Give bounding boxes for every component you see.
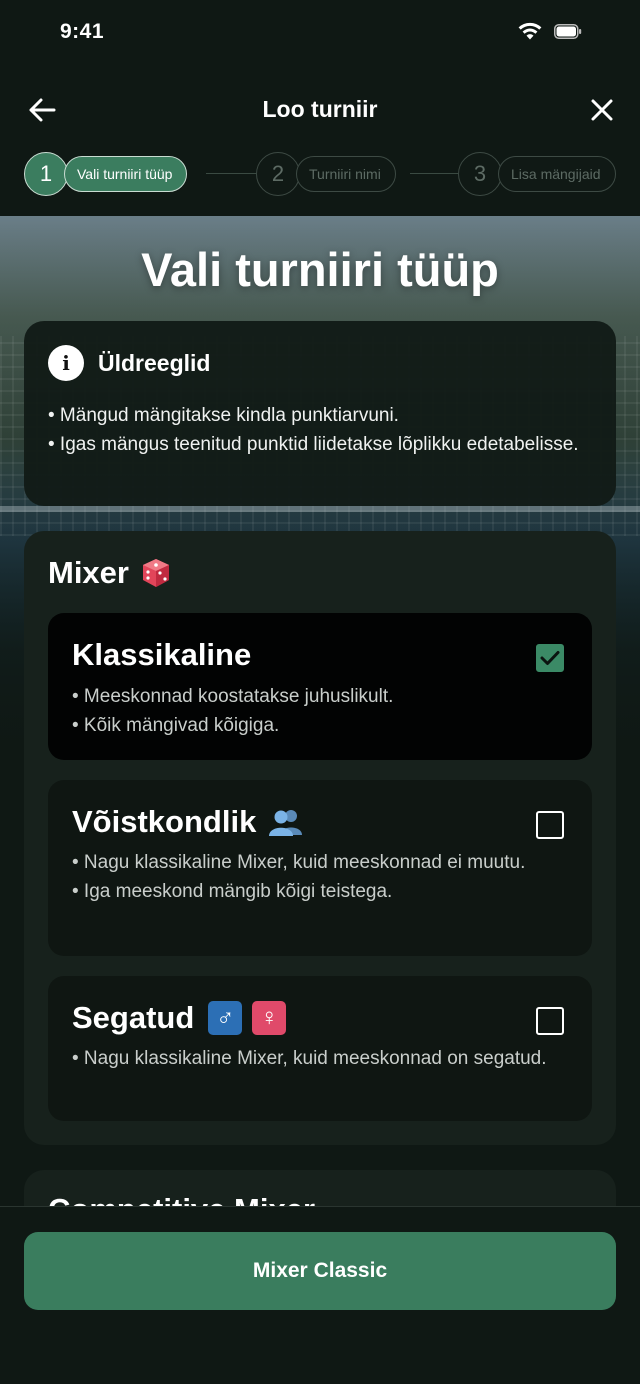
- option-title: Segatud ♂ ♀: [72, 1000, 287, 1036]
- close-icon: [591, 99, 613, 121]
- step-number: 1: [24, 152, 68, 196]
- dice-icon: [142, 559, 169, 587]
- step-3[interactable]: 3 Lisa mängijaid: [458, 152, 616, 196]
- rules-header: i Üldreeglid: [48, 345, 592, 381]
- option-description: • Meeskonnad koostatakse juhuslikult. • …: [72, 682, 562, 740]
- option-title: Klassikaline: [72, 637, 251, 673]
- rules-title: Üldreeglid: [98, 349, 211, 376]
- rules-item: • Mängud mängitakse kindla punktiarvuni.: [48, 405, 399, 426]
- header: Loo turniir: [0, 80, 640, 138]
- step-1[interactable]: 1 Vali turniiri tüüp: [24, 152, 188, 196]
- option-description: • Nagu klassikaline Mixer, kuid meeskonn…: [72, 848, 562, 906]
- rules-card: i Üldreeglid • Mängud mängitakse kindla …: [24, 321, 616, 506]
- option-checkbox[interactable]: [536, 1007, 564, 1035]
- status-bar: 9:41: [0, 0, 640, 66]
- stepper: 1 Vali turniiri tüüp 2 Turniiri nimi 3 L…: [0, 150, 640, 198]
- option-desc-item: • Iga meeskond mängib kõigi teistega.: [72, 881, 393, 902]
- option-checkbox[interactable]: [536, 811, 564, 839]
- option-title: Võistkondlik: [72, 804, 304, 840]
- step-label: Turniiri nimi: [296, 156, 396, 192]
- step-connector: [206, 173, 258, 174]
- step-2[interactable]: 2 Turniiri nimi: [256, 152, 396, 196]
- option-segatud[interactable]: Segatud ♂ ♀ • Nagu klassikaline Mixer, k…: [48, 976, 592, 1121]
- step-label: Vali turniiri tüüp: [64, 156, 188, 192]
- male-sign-icon: ♂: [208, 1001, 243, 1035]
- female-sign-icon: ♀: [252, 1001, 287, 1035]
- step-label: Lisa mängijaid: [498, 156, 616, 192]
- close-button[interactable]: [582, 90, 622, 130]
- section-title: Mixer: [48, 555, 171, 591]
- checkmark-icon: [540, 651, 560, 665]
- option-desc-item: • Meeskonnad koostatakse juhuslikult.: [72, 686, 394, 707]
- section-title-text: Mixer: [48, 555, 129, 590]
- wifi-icon: [518, 22, 542, 40]
- option-desc-item: • Nagu klassikaline Mixer, kuid meeskonn…: [72, 1048, 547, 1069]
- option-voistkondlik[interactable]: Võistkondlik • Nagu klassikaline Mixer, …: [48, 780, 592, 956]
- step-number: 3: [458, 152, 502, 196]
- rules-list: • Mängud mängitakse kindla punktiarvuni.…: [48, 401, 592, 459]
- option-desc-item: • Kõik mängivad kõigiga.: [72, 715, 280, 736]
- option-title-text: Segatud: [72, 1000, 195, 1035]
- continue-button[interactable]: Mixer Classic: [24, 1232, 616, 1310]
- header-title: Loo turniir: [262, 96, 378, 122]
- team-icon: [269, 810, 303, 836]
- option-desc-item: • Nagu klassikaline Mixer, kuid meeskonn…: [72, 852, 526, 873]
- rules-item: • Igas mängus teenitud punktid liidetaks…: [48, 434, 579, 455]
- info-icon: i: [48, 345, 84, 381]
- option-checkbox[interactable]: [536, 644, 564, 672]
- mixer-section: Mixer Klassikaline • Meeskonnad koostata…: [24, 531, 616, 1145]
- option-title-text: Võistkondlik: [72, 804, 257, 839]
- step-connector: [410, 173, 460, 174]
- option-klassikaline[interactable]: Klassikaline • Meeskonnad koostatakse ju…: [48, 613, 592, 760]
- step-number: 2: [256, 152, 300, 196]
- option-description: • Nagu klassikaline Mixer, kuid meeskonn…: [72, 1044, 562, 1073]
- court-line: [0, 506, 640, 512]
- bottom-bar: Mixer Classic: [0, 1206, 640, 1384]
- option-title-text: Klassikaline: [72, 637, 252, 672]
- page-title: Vali turniiri tüüp: [141, 243, 499, 296]
- battery-icon: [554, 23, 582, 39]
- status-time: 9:41: [60, 20, 105, 43]
- status-icons: [518, 22, 582, 40]
